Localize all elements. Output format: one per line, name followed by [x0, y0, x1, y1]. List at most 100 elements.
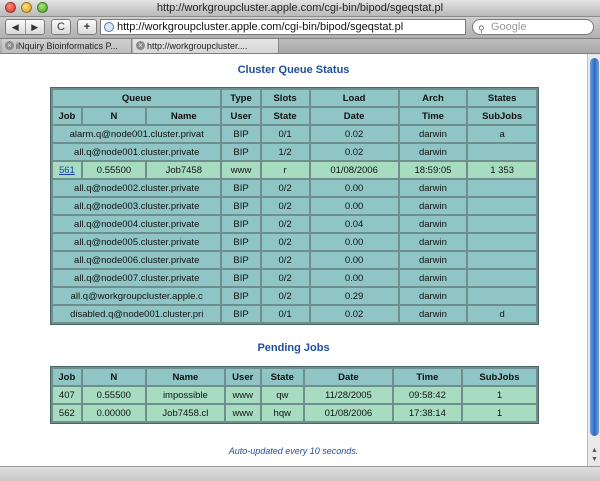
- queue-type: BIP: [222, 144, 260, 160]
- job-date: 01/08/2006: [305, 405, 392, 421]
- title-bar: http://workgroupcluster.apple.com/cgi-bi…: [0, 0, 600, 17]
- queue-status-table: Queue Type Slots Load Arch States Job N …: [50, 87, 539, 325]
- job-user: www: [225, 387, 260, 403]
- column-header: Date: [310, 108, 398, 124]
- search-field[interactable]: ⚲ Google: [472, 19, 594, 35]
- queue-type: BIP: [222, 306, 260, 322]
- queue-slots: 0/2: [261, 288, 309, 304]
- queue-row: disabled.q@node001.cluster.pri BIP 0/1 0…: [53, 306, 536, 322]
- job-subjobs: 1 353: [468, 162, 536, 178]
- queue-name: all.q@node005.cluster.private: [53, 234, 221, 250]
- queue-slots: 0/2: [261, 180, 309, 196]
- reload-button[interactable]: C: [51, 19, 71, 35]
- browser-toolbar: ◀ ▶ C + http://workgroupcluster.apple.co…: [0, 17, 600, 39]
- nav-button-group: ◀ ▶: [5, 19, 45, 35]
- queue-load: 0.00: [310, 234, 398, 250]
- job-id: 407: [53, 387, 81, 403]
- queue-arch: darwin: [399, 252, 467, 268]
- queue-slots: 0/1: [261, 306, 309, 322]
- queue-name: all.q@node004.cluster.private: [53, 216, 221, 232]
- column-header: Time: [399, 108, 467, 124]
- queue-load: 0.00: [310, 270, 398, 286]
- queue-name: all.q@node002.cluster.private: [53, 180, 221, 196]
- queue-status-title: Cluster Queue Status: [237, 64, 350, 76]
- queue-load: 0.29: [310, 288, 398, 304]
- forward-button[interactable]: ▶: [26, 20, 45, 34]
- queue-load: 0.04: [310, 216, 398, 232]
- column-header: Time: [393, 369, 461, 385]
- column-header: Arch: [399, 90, 467, 106]
- search-icon: ⚲: [478, 24, 485, 34]
- column-header: Queue: [53, 90, 221, 106]
- job-subjobs: 1: [462, 387, 536, 403]
- queue-states: d: [468, 306, 536, 322]
- column-header: User: [222, 108, 260, 124]
- queue-type: BIP: [222, 252, 260, 268]
- back-button[interactable]: ◀: [6, 20, 26, 34]
- queue-arch: darwin: [399, 198, 467, 214]
- tab-workgroupcluster[interactable]: × http://workgroupcluster....: [133, 39, 279, 53]
- queue-name: alarm.q@node001.cluster.privat: [53, 126, 221, 142]
- site-icon: [104, 22, 114, 32]
- queue-states: [468, 234, 536, 250]
- queue-load: 0.02: [310, 144, 398, 160]
- queue-slots: 0/1: [261, 126, 309, 142]
- queue-row: all.q@node007.cluster.private BIP 0/2 0.…: [53, 270, 536, 286]
- column-header: SubJobs: [468, 108, 536, 124]
- queue-load: 0.02: [310, 126, 398, 142]
- queue-name: all.q@node003.cluster.private: [53, 198, 221, 214]
- column-header: User: [225, 369, 260, 385]
- job-date: 11/28/2005: [305, 387, 392, 403]
- column-header: Slots: [261, 90, 309, 106]
- job-name: Job7458.cl: [146, 405, 224, 421]
- job-state: r: [261, 162, 309, 178]
- queue-slots: 0/2: [261, 234, 309, 250]
- queue-slots: 0/2: [261, 252, 309, 268]
- queue-arch: darwin: [399, 288, 467, 304]
- job-id-cell: 561: [53, 162, 81, 178]
- add-bookmark-button[interactable]: +: [77, 19, 97, 35]
- queue-states: a: [468, 126, 536, 142]
- column-header: Job: [53, 369, 81, 385]
- queue-row: all.q@node003.cluster.private BIP 0/2 0.…: [53, 198, 536, 214]
- queue-states: [468, 198, 536, 214]
- queue-load: 0.00: [310, 252, 398, 268]
- queue-name: all.q@node006.cluster.private: [53, 252, 221, 268]
- queue-states: [468, 288, 536, 304]
- queue-states: [468, 180, 536, 196]
- job-priority: 0.55500: [82, 387, 145, 403]
- queue-slots: 1/2: [261, 144, 309, 160]
- close-tab-icon[interactable]: ×: [136, 41, 145, 50]
- job-time: 18:59:05: [399, 162, 467, 178]
- queue-arch: darwin: [399, 216, 467, 232]
- pending-job-row: 407 0.55500 impossible www qw 11/28/2005…: [53, 387, 536, 403]
- queue-states: [468, 270, 536, 286]
- queue-row: all.q@node002.cluster.private BIP 0/2 0.…: [53, 180, 536, 196]
- queue-slots: 0/2: [261, 216, 309, 232]
- tab-inquiry[interactable]: × iNquiry Bioinformatics P...: [2, 39, 132, 53]
- job-user: www: [225, 405, 260, 421]
- table-header-row: Job N Name User State Date Time SubJobs: [53, 369, 536, 385]
- tab-bar: × iNquiry Bioinformatics P... × http://w…: [0, 39, 600, 54]
- scroll-arrows-icon[interactable]: ▲ ▼: [589, 446, 600, 464]
- scrollbar-thumb[interactable]: [590, 58, 599, 436]
- column-header: State: [261, 369, 303, 385]
- vertical-scrollbar[interactable]: ▲ ▼: [587, 54, 600, 466]
- auto-update-note: Auto-updated every 10 seconds.: [228, 446, 359, 456]
- tab-label: iNquiry Bioinformatics P...: [16, 41, 118, 51]
- queue-arch: darwin: [399, 144, 467, 160]
- queue-arch: darwin: [399, 126, 467, 142]
- column-header: Date: [305, 369, 392, 385]
- queue-row: all.q@node005.cluster.private BIP 0/2 0.…: [53, 234, 536, 250]
- job-id-link[interactable]: 561: [59, 165, 75, 176]
- job-state: qw: [261, 387, 303, 403]
- queue-name: disabled.q@node001.cluster.pri: [53, 306, 221, 322]
- job-id: 562: [53, 405, 81, 421]
- address-bar[interactable]: http://workgroupcluster.apple.com/cgi-bi…: [100, 19, 466, 35]
- pending-jobs-table: Job N Name User State Date Time SubJobs …: [50, 366, 539, 424]
- queue-slots: 0/2: [261, 198, 309, 214]
- queue-row: all.q@node004.cluster.private BIP 0/2 0.…: [53, 216, 536, 232]
- queue-arch: darwin: [399, 270, 467, 286]
- queue-arch: darwin: [399, 306, 467, 322]
- close-tab-icon[interactable]: ×: [5, 41, 14, 50]
